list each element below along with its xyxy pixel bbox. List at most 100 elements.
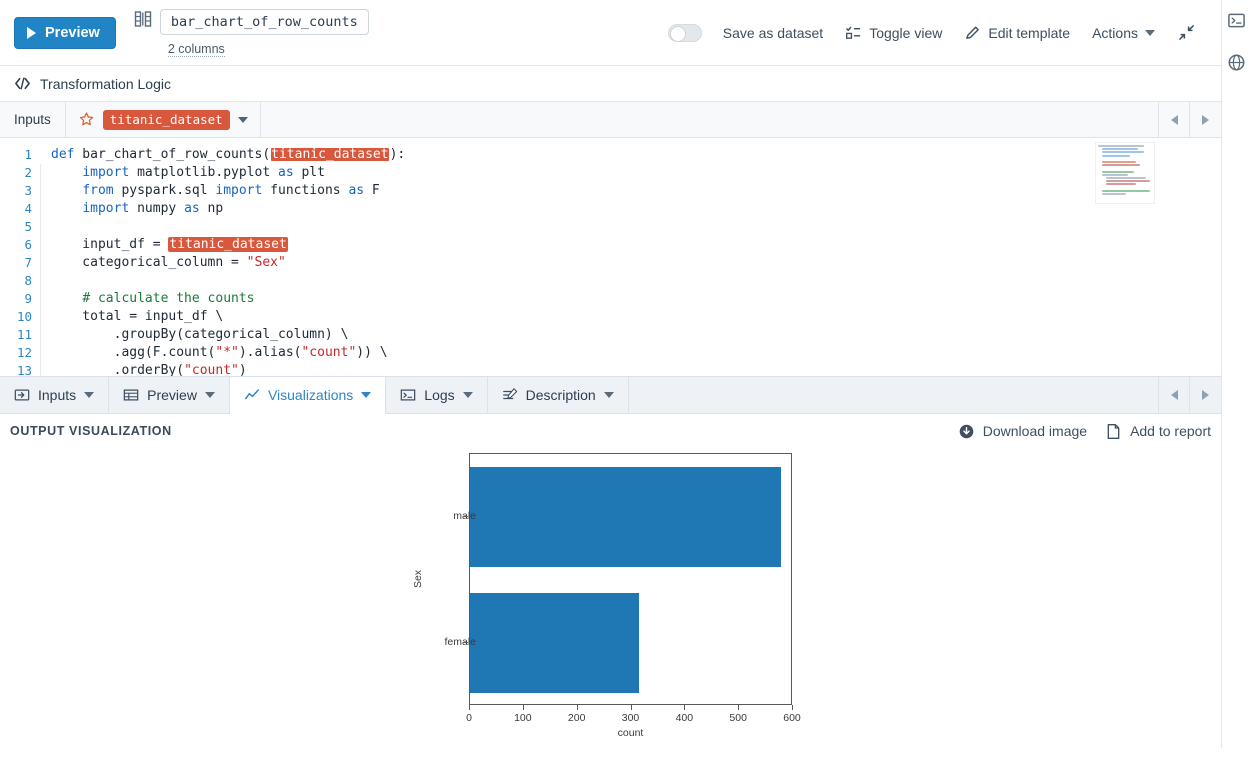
preview-button[interactable]: Preview	[14, 16, 116, 49]
toggle-view-label: Toggle view	[869, 24, 943, 41]
line-number: 13	[16, 363, 32, 376]
preview-button-label: Preview	[45, 24, 100, 41]
chevron-down-icon[interactable]	[603, 392, 614, 398]
pencil-icon	[966, 26, 980, 39]
top-actions: Save as dataset Toggle view Edit templat…	[667, 17, 1207, 48]
transform-name-group: bar_chart_of_row_counts 2 columns	[134, 8, 369, 57]
collapse-icon	[1179, 25, 1194, 40]
arrow-left-icon	[1170, 114, 1178, 125]
terminal-rail-button[interactable]	[1225, 8, 1249, 32]
inputs-bar: Inputs titanic_dataset	[0, 102, 1221, 138]
inputs-bar-label: Inputs	[0, 102, 66, 137]
tab-visualizations[interactable]: Visualizations	[229, 377, 387, 414]
x-tick-label: 500	[729, 712, 747, 724]
minimap-line	[1102, 164, 1140, 167]
code-line-4: import numpy as np	[82, 201, 224, 216]
minimap-line	[1106, 176, 1146, 179]
code-minimap[interactable]	[1095, 142, 1155, 204]
line-number: 10	[16, 309, 32, 324]
globe-icon	[1228, 54, 1245, 70]
actions-label: Actions	[1092, 24, 1138, 41]
code-icon	[15, 77, 30, 90]
app-root: Preview bar_chart_of_row_counts 2 column…	[0, 0, 1251, 758]
toggle-view-button[interactable]: Toggle view	[834, 18, 953, 47]
collapse-button[interactable]	[1166, 17, 1207, 48]
input-dataset-item[interactable]: titanic_dataset	[65, 102, 261, 137]
chevron-down-icon[interactable]	[237, 116, 248, 123]
globe-rail-button[interactable]	[1225, 50, 1249, 74]
minimap-line	[1102, 170, 1134, 173]
edit-template-button[interactable]: Edit template	[953, 18, 1081, 47]
play-icon	[27, 26, 36, 39]
chevron-down-icon[interactable]	[361, 392, 372, 398]
code-dataset-chip-highlighted: titanic_dataset	[270, 147, 390, 162]
transform-name-input[interactable]: bar_chart_of_row_counts	[159, 8, 369, 35]
minimap-line	[1098, 145, 1144, 147]
y-tick-male	[463, 516, 468, 517]
tab-inputs-label: Inputs	[38, 387, 77, 403]
plot-axes	[469, 453, 792, 705]
tab-preview[interactable]: Preview	[109, 377, 230, 413]
chevron-down-icon[interactable]	[84, 392, 95, 398]
tab-visualizations-label: Visualizations	[267, 387, 354, 403]
line-number: 6	[24, 237, 32, 252]
y-tick-label-female: female	[444, 636, 476, 648]
arrow-right-icon	[1202, 114, 1209, 125]
minimap-line	[1102, 151, 1144, 154]
columns-link[interactable]: 2 columns	[167, 42, 225, 57]
minimap-line	[1102, 154, 1130, 157]
inputs-scroll-left-button[interactable]	[1159, 102, 1190, 137]
tab-inputs[interactable]: Inputs	[0, 377, 110, 413]
minimap-line	[1102, 173, 1128, 176]
transformation-logic-header: Transformation Logic	[0, 66, 1221, 102]
line-number: 4	[24, 201, 32, 216]
top-toolbar: Preview bar_chart_of_row_counts 2 column…	[0, 0, 1221, 66]
save-as-dataset-toggle[interactable]	[667, 23, 702, 42]
download-image-button[interactable]: Download image	[958, 423, 1087, 440]
input-dataset-chip: titanic_dataset	[102, 109, 230, 130]
tab-preview-label: Preview	[147, 387, 197, 403]
x-tick	[522, 705, 524, 710]
code-line-7: categorical_column = "Sex"	[51, 255, 286, 270]
transformation-logic-title: Transformation Logic	[40, 75, 171, 92]
code-line-12: .agg(F.count("*").alias("count")) \	[51, 345, 388, 360]
arrow-left-icon	[1170, 390, 1178, 400]
arrow-right-icon	[1202, 390, 1209, 400]
y-tick-female	[463, 642, 468, 643]
inputs-bar-spacer	[261, 102, 1159, 137]
tab-description-label: Description	[525, 387, 596, 403]
code-wrap: 1 2 3 4 5 6 7 8 9 10 11 12 13 def bar_ch…	[0, 138, 1221, 376]
chevron-down-icon[interactable]	[204, 392, 215, 398]
x-tick	[469, 705, 470, 710]
add-to-report-button[interactable]: Add to report	[1105, 423, 1211, 440]
chevron-down-icon[interactable]	[462, 392, 473, 398]
inputs-scroll-controls	[1159, 102, 1221, 137]
minimap-line	[1102, 148, 1138, 151]
chart-area: male female 0 100 200 300 400 500 600 count Se…	[0, 448, 1221, 758]
code-line-2: import matplotlib.pyplot as plt	[82, 165, 325, 180]
line-number: 5	[24, 219, 32, 234]
add-to-report-label: Add to report	[1130, 423, 1211, 439]
code-line-11: .groupBy(categorical_column) \	[51, 327, 349, 342]
tab-scroll-left-button[interactable]	[1159, 377, 1190, 413]
line-number: 9	[24, 291, 32, 306]
tab-scroll-right-button[interactable]	[1190, 377, 1221, 413]
tab-bar-spacer	[629, 377, 1159, 413]
line-number: 2	[24, 165, 32, 180]
line-number: 1	[24, 147, 32, 162]
x-tick-label: 600	[783, 712, 801, 724]
actions-menu-button[interactable]: Actions	[1081, 19, 1166, 47]
output-visualization-title: OUTPUT VISUALIZATION	[10, 424, 172, 438]
inputs-scroll-right-button[interactable]	[1190, 102, 1221, 137]
x-tick	[630, 705, 632, 710]
code-editor[interactable]: 1 2 3 4 5 6 7 8 9 10 11 12 13 def bar_ch…	[0, 138, 1221, 376]
save-as-dataset-label[interactable]: Save as dataset	[712, 19, 834, 47]
code-line-6: input_df = titanic_dataset	[51, 237, 288, 252]
tab-logs[interactable]: Logs	[386, 377, 488, 413]
x-tick	[576, 705, 578, 710]
terminal-icon	[1228, 13, 1245, 27]
tab-description[interactable]: Description	[488, 377, 629, 413]
bar-male	[470, 466, 781, 568]
main-column: Preview bar_chart_of_row_counts 2 column…	[0, 0, 1221, 758]
